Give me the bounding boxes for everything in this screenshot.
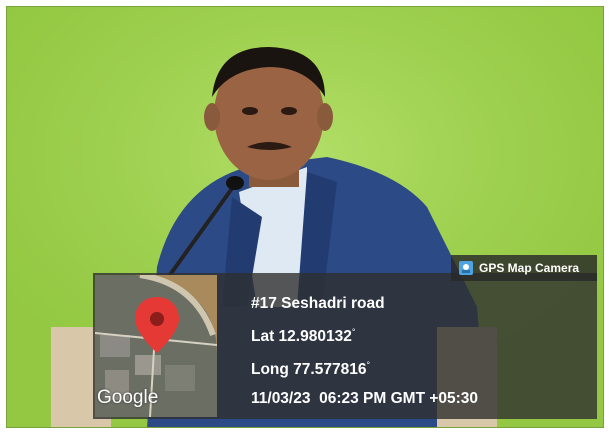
- latitude-line: Lat 12.980132°: [251, 318, 478, 351]
- right-eye: [281, 107, 297, 115]
- address-text: #17 Seshadri road: [251, 295, 385, 312]
- badge-label: GPS Map Camera: [479, 261, 580, 275]
- gps-map-camera-badge: GPS Map Camera: [451, 255, 597, 281]
- location-info: #17 Seshadri road Lat 12.980132° Long 77…: [251, 289, 478, 413]
- latitude-text: Lat 12.980132: [251, 328, 352, 346]
- right-ear: [317, 103, 333, 131]
- longitude-degree: °: [366, 360, 371, 371]
- photo-frame: Google GPS Map Camera #17 Seshadri road …: [6, 6, 604, 428]
- left-ear: [204, 103, 220, 131]
- microphone: [226, 176, 244, 190]
- longitude-text: Long 77.577816: [251, 361, 367, 379]
- left-eye: [242, 107, 258, 115]
- datetime-text: 11/03/23 06:23 PM GMT +05:30: [251, 390, 479, 408]
- map-block: [100, 335, 130, 357]
- map-block: [165, 365, 195, 391]
- google-logo: Google: [97, 387, 159, 408]
- longitude-line: Long 77.577816°: [251, 351, 478, 384]
- map-block: [135, 355, 161, 375]
- latitude-degree: °: [351, 327, 356, 337]
- gps-map-camera-icon: [459, 261, 473, 275]
